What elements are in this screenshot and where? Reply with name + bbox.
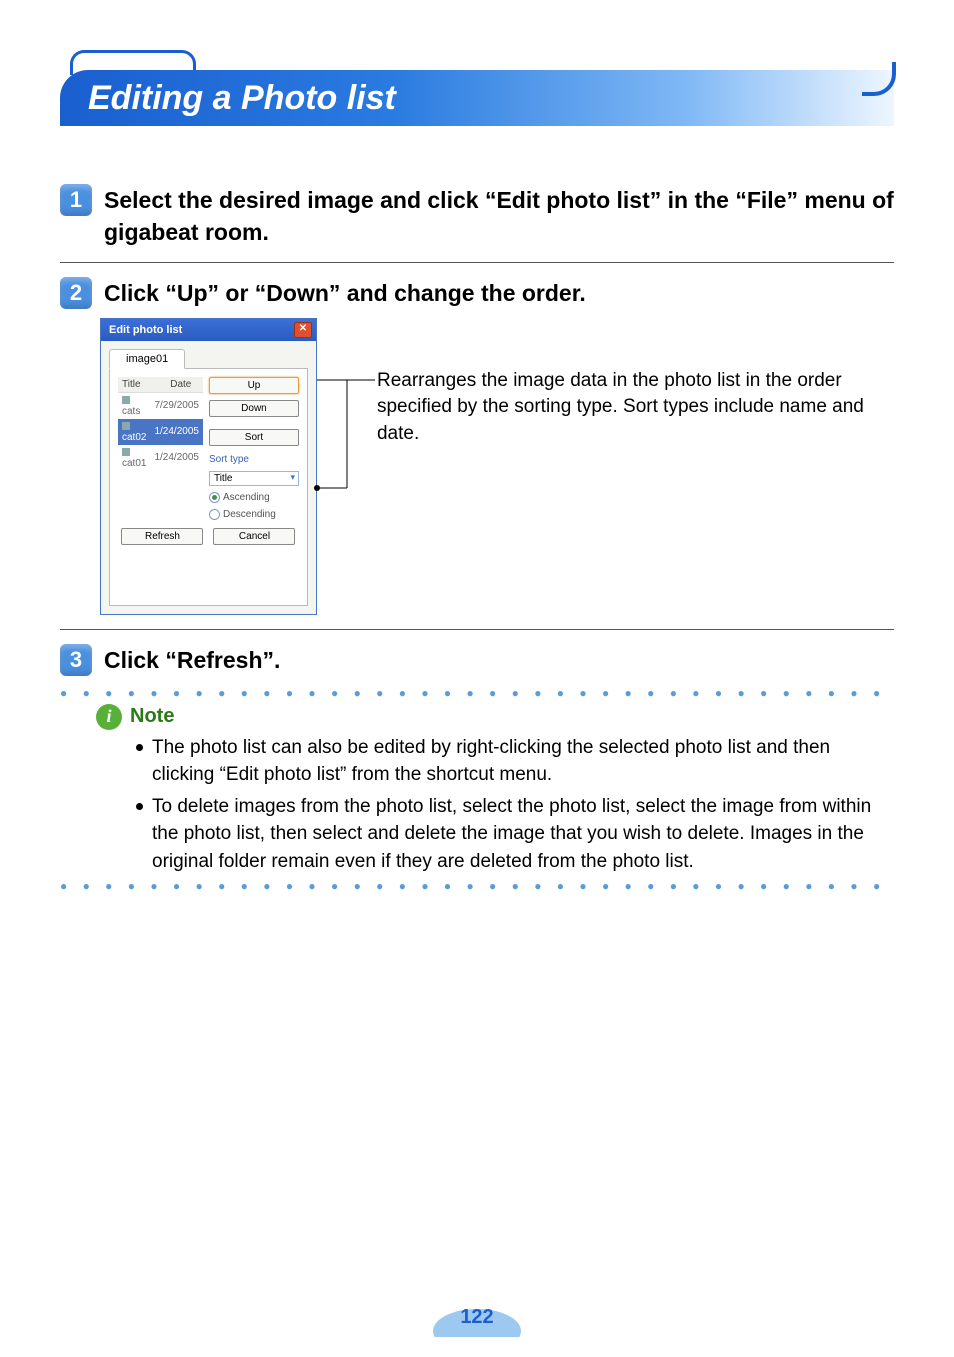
dot-separator: ● ● ● ● ● ● ● ● ● ● ● ● ● ● ● ● ● ● ● ● …: [60, 686, 894, 700]
sort-button[interactable]: Sort: [209, 429, 299, 446]
dialog-title: Edit photo list: [109, 324, 182, 336]
close-icon[interactable]: ✕: [294, 322, 312, 338]
page-title: Editing a Photo list: [88, 79, 396, 118]
step-number-2: 2: [60, 277, 92, 309]
edit-photo-list-dialog: Edit photo list ✕ image01 Title Date cat…: [100, 318, 317, 615]
ascending-radio[interactable]: Ascending: [209, 492, 299, 503]
step-3: 3 Click “Refresh”.: [60, 644, 894, 676]
note-heading: Note: [130, 705, 174, 728]
dot-separator: ● ● ● ● ● ● ● ● ● ● ● ● ● ● ● ● ● ● ● ● …: [60, 879, 894, 893]
separator: [60, 629, 894, 630]
sort-type-select[interactable]: Title: [209, 471, 299, 486]
info-icon: i: [96, 704, 122, 730]
page-number: 122: [432, 1297, 522, 1337]
step-2: 2 Click “Up” or “Down” and change the or…: [60, 277, 894, 309]
step-text-2: Click “Up” or “Down” and change the orde…: [104, 277, 586, 309]
dialog-titlebar: Edit photo list ✕: [101, 319, 316, 341]
step-number-3: 3: [60, 644, 92, 676]
note-block: ● ● ● ● ● ● ● ● ● ● ● ● ● ● ● ● ● ● ● ● …: [60, 686, 894, 894]
descending-radio[interactable]: Descending: [209, 509, 299, 520]
callout-text: Rearranges the image data in the photo l…: [377, 318, 894, 448]
column-title[interactable]: Title: [118, 377, 166, 392]
separator: [60, 262, 894, 263]
photo-list-table: Title Date cats 7/29/2005 cat02 1/24/200…: [118, 377, 203, 520]
sort-type-label: Sort type: [209, 454, 299, 465]
up-button[interactable]: Up: [209, 377, 299, 394]
refresh-button[interactable]: Refresh: [121, 528, 203, 545]
table-row[interactable]: cat02 1/24/2005: [118, 419, 203, 445]
note-item: To delete images from the photo list, se…: [136, 793, 894, 876]
table-row[interactable]: cats 7/29/2005: [118, 393, 203, 419]
column-date[interactable]: Date: [166, 377, 203, 392]
step-text-1: Select the desired image and click “Edit…: [104, 184, 894, 248]
dialog-tab[interactable]: image01: [109, 349, 185, 369]
table-row[interactable]: cat01 1/24/2005: [118, 445, 203, 471]
step-1: 1 Select the desired image and click “Ed…: [60, 184, 894, 248]
step-number-1: 1: [60, 184, 92, 216]
down-button[interactable]: Down: [209, 400, 299, 417]
cancel-button[interactable]: Cancel: [213, 528, 295, 545]
title-banner: Editing a Photo list: [60, 50, 894, 106]
step-text-3: Click “Refresh”.: [104, 644, 280, 676]
note-item: The photo list can also be edited by rig…: [136, 734, 894, 789]
